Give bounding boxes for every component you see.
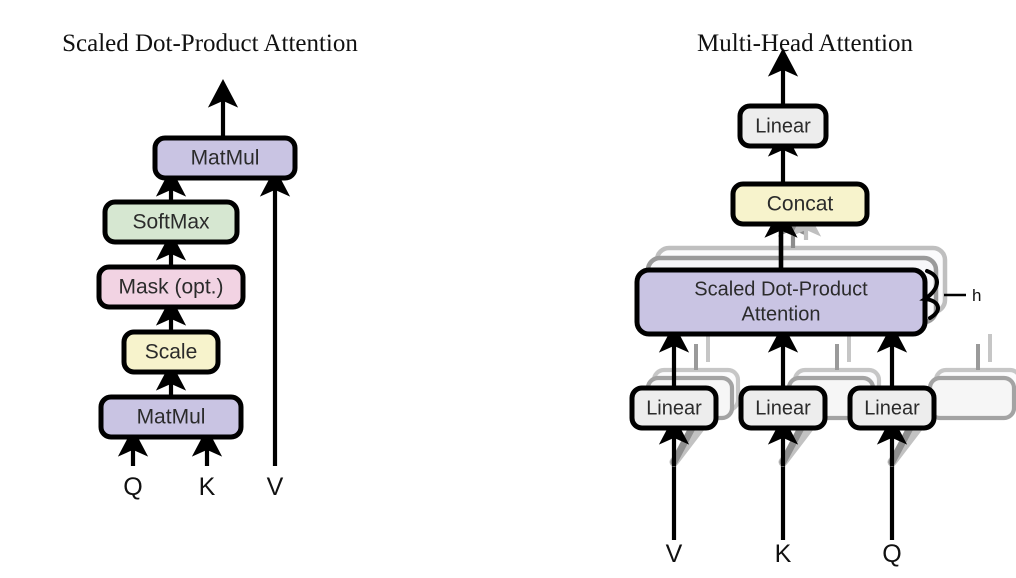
input-label-v-right: V <box>666 540 683 568</box>
input-label-v-left: V <box>267 473 284 501</box>
box-linear-k[interactable]: Linear <box>738 385 828 431</box>
box-linear-v[interactable]: Linear <box>629 385 719 431</box>
box-linear-v-label: Linear <box>646 397 702 419</box>
input-label-q-right: Q <box>882 540 901 568</box>
diagram-canvas: MatMul SoftMax Mask (opt.) Scale MatMul <box>96 48 1016 568</box>
linear-q-ghosts <box>927 367 1016 421</box>
box-scale[interactable]: Scale <box>121 329 221 375</box>
box-scaled-dot-product-attention[interactable]: Scaled Dot-Product Attention <box>634 267 928 337</box>
input-label-k-left: K <box>199 473 216 501</box>
input-label-q-left: Q <box>123 473 142 501</box>
box-softmax-label: SoftMax <box>132 211 210 234</box>
box-matmul-top-label: MatMul <box>191 147 260 170</box>
box-sdpa-label-line1: Scaled Dot-Product <box>694 278 868 300</box>
box-linear-k-label: Linear <box>755 397 811 419</box>
box-mask[interactable]: Mask (opt.) <box>96 264 246 310</box>
box-softmax[interactable]: SoftMax <box>102 199 240 245</box>
input-fan-ghosts <box>669 423 923 467</box>
box-matmul-bottom-label: MatMul <box>137 406 206 429</box>
box-linear-output[interactable]: Linear <box>737 103 829 149</box>
head-count-label: h <box>972 286 981 305</box>
figure-root: Scaled Dot-Product Attention Multi-Head … <box>0 0 1016 578</box>
ghost-routing-lines <box>694 334 992 370</box>
box-linear-q-label: Linear <box>864 397 920 419</box>
box-mask-label: Mask (opt.) <box>118 276 223 299</box>
input-label-k-right: K <box>775 540 792 568</box>
box-matmul-top[interactable]: MatMul <box>152 135 298 181</box>
box-linear-q[interactable]: Linear <box>847 385 937 431</box>
box-matmul-bottom[interactable]: MatMul <box>98 394 244 440</box>
box-concat-label: Concat <box>767 193 834 216</box>
box-concat[interactable]: Concat <box>730 181 870 227</box>
box-scale-label: Scale <box>145 341 198 364</box>
box-linear-output-label: Linear <box>755 115 811 137</box>
box-sdpa-label-line2: Attention <box>742 303 821 325</box>
right-panel-group: Linear Linear Linear Scaled Dot-Product … <box>629 48 1016 568</box>
left-panel-group: MatMul SoftMax Mask (opt.) Scale MatMul <box>96 79 298 501</box>
